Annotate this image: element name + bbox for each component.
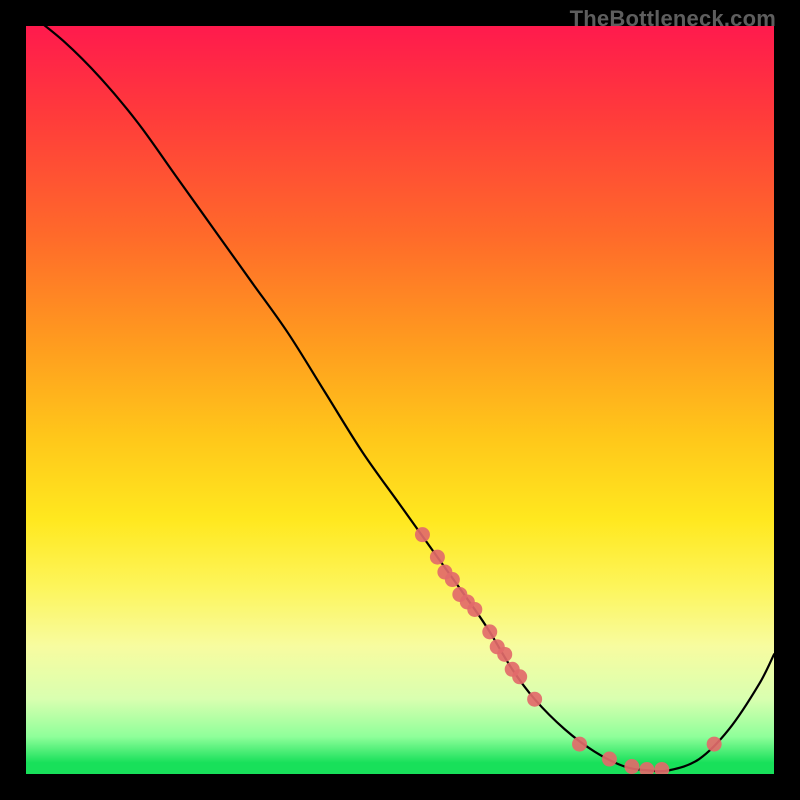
marker-dot [707,737,722,752]
marker-group [415,527,722,774]
marker-dot [415,527,430,542]
marker-dot [624,759,639,774]
marker-dot [654,762,669,774]
chart-stage: TheBottleneck.com [0,0,800,800]
marker-dot [639,762,654,774]
marker-dot [512,669,527,684]
marker-dot [572,737,587,752]
marker-dot [602,752,617,767]
marker-dot [467,602,482,617]
bottleneck-curve [26,26,774,771]
marker-dot [527,692,542,707]
chart-svg [26,26,774,774]
plot-area [26,26,774,774]
marker-dot [497,647,512,662]
marker-dot [482,624,497,639]
marker-dot [430,550,445,565]
marker-dot [445,572,460,587]
watermark-text: TheBottleneck.com [570,6,776,32]
